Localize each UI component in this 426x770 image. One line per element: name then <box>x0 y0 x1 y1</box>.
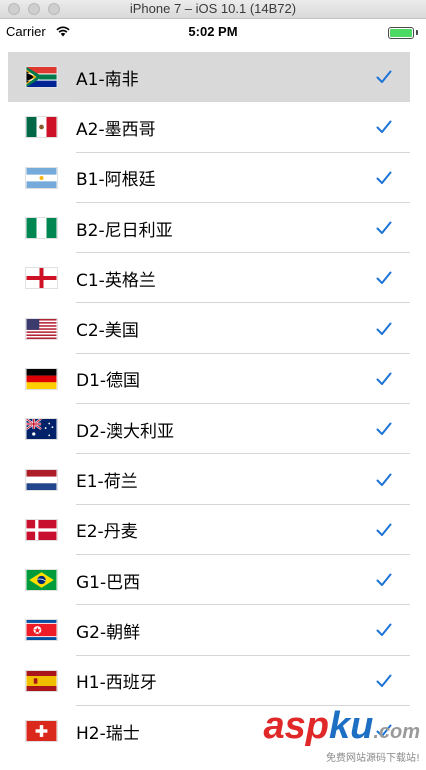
team-row[interactable]: B1-阿根廷 <box>0 153 426 203</box>
checkmark-icon <box>376 322 392 335</box>
brazil-flag-icon <box>25 569 58 592</box>
checkmark-icon <box>376 271 392 285</box>
team-label: A1-南非 <box>76 69 139 90</box>
checkmark-icon <box>376 221 392 235</box>
mexico-flag-icon <box>25 116 58 139</box>
team-label: E1-荷兰 <box>76 472 138 493</box>
usa-flag-icon <box>25 317 58 340</box>
checkmark-icon <box>376 171 392 184</box>
switzerland-flag-icon <box>25 720 58 742</box>
checkmark-icon <box>376 623 392 637</box>
team-row[interactable]: D2-澳大利亚 <box>0 404 426 455</box>
england-flag-icon <box>25 267 58 290</box>
team-row[interactable]: C2-美国 <box>0 303 426 354</box>
battery-level-fill <box>390 29 412 37</box>
south-africa-flag-icon <box>25 66 58 89</box>
spain-flag-icon <box>25 669 58 692</box>
denmark-flag-icon <box>25 518 58 541</box>
team-row[interactable]: C1-英格兰 <box>0 253 426 304</box>
team-label: H2-瑞士 <box>76 723 140 744</box>
team-label: D1-德国 <box>76 371 141 392</box>
argentina-flag-icon <box>25 166 58 189</box>
team-row[interactable]: E1-荷兰 <box>0 454 426 505</box>
team-label: E2-丹麦 <box>76 522 138 543</box>
team-label: H1-西班牙 <box>76 673 157 694</box>
battery-icon <box>388 27 414 39</box>
team-row[interactable]: E2-丹麦 <box>0 505 426 555</box>
checkmark-icon <box>376 70 392 84</box>
checkmark-icon <box>376 372 392 385</box>
checkmark-icon <box>376 573 392 587</box>
team-label: C2-美国 <box>76 321 139 342</box>
window-title: iPhone 7 – iOS 10.1 (14B72) <box>129 1 297 16</box>
netherlands-flag-icon <box>25 468 58 491</box>
selection-highlight <box>8 52 410 103</box>
checkmark-icon <box>376 674 392 687</box>
team-row[interactable]: A1-南非 <box>0 52 426 103</box>
team-label: B2-尼日利亚 <box>76 220 173 241</box>
team-row[interactable]: H1-西班牙 <box>0 656 426 706</box>
australia-flag-icon <box>25 418 58 441</box>
team-label: A2-墨西哥 <box>76 119 156 140</box>
nigeria-flag-icon <box>25 217 58 240</box>
checkmark-icon <box>376 473 392 486</box>
team-row[interactable]: G1-巴西 <box>0 555 426 606</box>
watermark: aspku.com 免费网站源码下载站! <box>263 707 420 764</box>
team-label: G2-朝鲜 <box>76 622 141 643</box>
checkmark-icon <box>376 523 392 536</box>
team-list: A1-南非 A2-墨西哥 B1-阿根廷 B2-尼日利亚 C1-英格兰 C2-美国 D1-德国… <box>0 52 426 756</box>
watermark-subtitle: 免费网站源码下载站! <box>325 753 420 764</box>
team-row[interactable]: A2-墨西哥 <box>0 102 426 153</box>
team-row[interactable]: B2-尼日利亚 <box>0 203 426 254</box>
team-row[interactable]: G2-朝鲜 <box>0 605 426 656</box>
watermark-logo: aspku.com <box>263 705 420 747</box>
team-row[interactable]: D1-德国 <box>0 354 426 405</box>
germany-flag-icon <box>25 367 58 390</box>
simulator-title-bar: iPhone 7 – iOS 10.1 (14B72) <box>0 0 426 19</box>
status-bar: Carrier 5:02 PM <box>0 20 426 46</box>
team-label: B1-阿根廷 <box>76 170 156 191</box>
checkmark-icon <box>376 422 392 436</box>
north-korea-flag-icon <box>25 619 58 642</box>
team-label: D2-澳大利亚 <box>76 421 175 442</box>
battery-nub <box>416 30 418 35</box>
team-label: C1-英格兰 <box>76 270 156 291</box>
team-label: G1-巴西 <box>76 572 141 593</box>
status-time: 5:02 PM <box>188 24 238 39</box>
checkmark-icon <box>376 120 392 134</box>
